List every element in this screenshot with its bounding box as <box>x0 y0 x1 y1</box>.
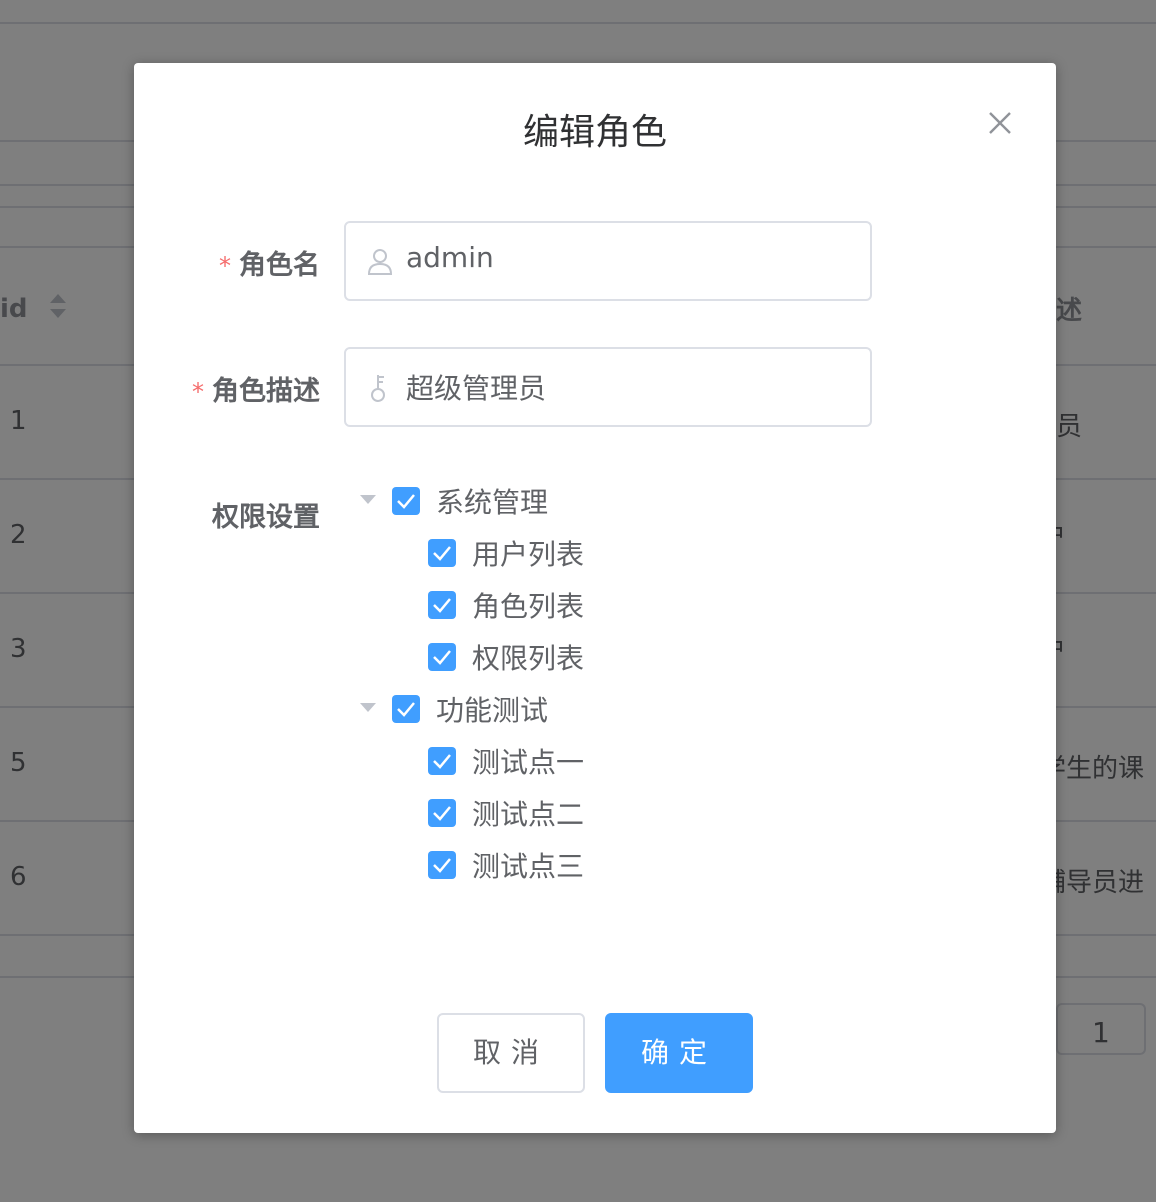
checkbox[interactable] <box>392 487 420 515</box>
role-name-value[interactable]: admin <box>406 241 494 274</box>
tree-node-label[interactable]: 功能测试 <box>436 689 548 729</box>
checkbox[interactable] <box>428 799 456 827</box>
role-desc-label: * 角色描述 <box>134 369 320 408</box>
checkbox[interactable] <box>428 851 456 879</box>
checkbox[interactable] <box>428 643 456 671</box>
tree-node-label[interactable]: 角色列表 <box>472 585 584 625</box>
dialog-title: 编辑角色 <box>522 112 667 153</box>
tree-node[interactable]: 测试点二 <box>360 793 760 833</box>
tree-node[interactable]: 角色列表 <box>360 585 760 625</box>
tree-node-label[interactable]: 系统管理 <box>436 481 548 521</box>
role-desc-label-text: 角色描述 <box>212 376 320 407</box>
required-mark: * <box>192 378 204 406</box>
tree-node-label[interactable]: 权限列表 <box>472 637 584 677</box>
tree-node-label[interactable]: 用户列表 <box>472 533 584 573</box>
role-name-label-text: 角色名 <box>239 250 320 281</box>
permission-label: 权限设置 <box>212 502 320 533</box>
checkbox[interactable] <box>428 591 456 619</box>
tree-node-label[interactable]: 测试点一 <box>472 741 584 781</box>
role-name-label: * 角色名 <box>134 243 320 282</box>
close-icon[interactable] <box>986 109 1014 137</box>
role-name-input[interactable]: admin <box>344 221 872 301</box>
cancel-button[interactable]: 取消 <box>437 1013 585 1093</box>
caret-down-icon[interactable] <box>360 703 376 712</box>
user-icon <box>367 249 393 275</box>
checkbox[interactable] <box>428 747 456 775</box>
tree-node[interactable]: 功能测试 <box>360 689 760 729</box>
tree-node-label[interactable]: 测试点二 <box>472 793 584 833</box>
key-icon <box>371 375 385 402</box>
checkbox[interactable] <box>428 539 456 567</box>
tree-node[interactable]: 系统管理 <box>360 481 760 521</box>
caret-down-icon[interactable] <box>360 495 376 504</box>
role-desc-value[interactable]: 超级管理员 <box>406 367 546 407</box>
confirm-button[interactable]: 确定 <box>605 1013 753 1093</box>
edit-role-dialog: 编辑角色 * 角色名 admin * 角色描述 超级管理员 权限设置 系统管理 … <box>134 63 1056 1133</box>
role-desc-input[interactable]: 超级管理员 <box>344 347 872 427</box>
required-mark: * <box>219 252 231 280</box>
tree-node[interactable]: 测试点一 <box>360 741 760 781</box>
tree-node[interactable]: 权限列表 <box>360 637 760 677</box>
checkbox[interactable] <box>392 695 420 723</box>
tree-node[interactable]: 用户列表 <box>360 533 760 573</box>
tree-node[interactable]: 测试点三 <box>360 845 760 885</box>
tree-node-label[interactable]: 测试点三 <box>472 845 584 885</box>
